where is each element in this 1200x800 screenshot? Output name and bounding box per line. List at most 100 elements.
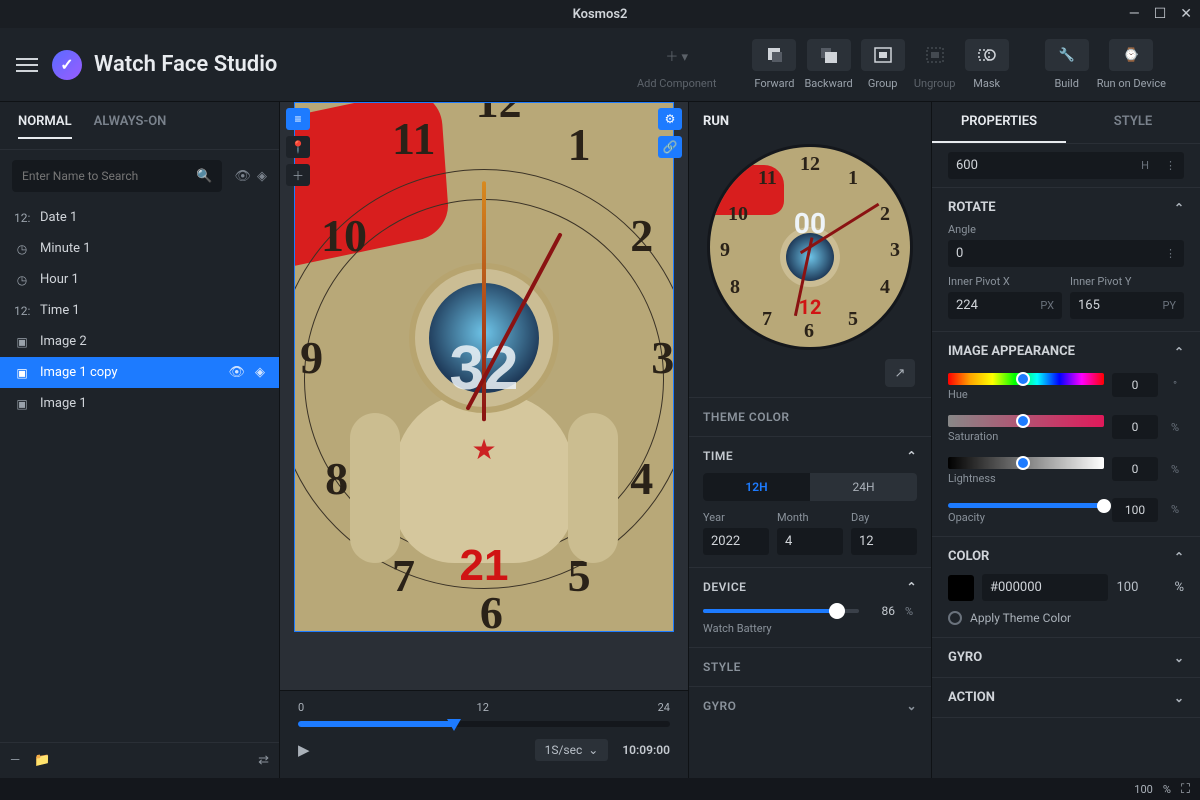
clock-icon: ◷ <box>14 273 30 287</box>
layer-item-selected[interactable]: ▣Image 1 copy👁◈ <box>0 357 279 388</box>
day-input[interactable]: 12 <box>851 528 917 555</box>
section-device[interactable]: DEVICE⌃ <box>703 580 917 594</box>
timeline: 0 12 24 ▶ 1S/sec⌄ 10:09:00 <box>280 690 688 778</box>
pivot-x-input[interactable]: PX <box>948 292 1062 319</box>
tab-style[interactable]: STYLE <box>1066 102 1200 143</box>
chevron-down-icon: ⌄ <box>906 699 917 713</box>
saturation-slider[interactable] <box>948 415 1104 427</box>
window-title: Kosmos2 <box>573 7 628 22</box>
fill-icon[interactable]: ◈ <box>257 169 267 184</box>
layer-item[interactable]: ◷Hour 1 <box>0 264 279 295</box>
maximize-icon[interactable]: ☐ <box>1154 6 1167 22</box>
opacity-slider[interactable] <box>948 503 1104 508</box>
section-rotate[interactable]: ROTATE⌃ <box>948 200 1184 215</box>
link-tool-icon[interactable]: 🔗 <box>658 136 682 158</box>
image-icon: ▣ <box>14 366 30 380</box>
eye-off-icon[interactable]: 👁 <box>228 365 245 380</box>
digital-icon: 12: <box>14 211 30 225</box>
color-alpha-input[interactable]: 100 <box>1116 580 1166 595</box>
angle-input[interactable]: ⋮ <box>948 240 1184 267</box>
color-hex-input[interactable] <box>982 574 1108 601</box>
battery-slider[interactable] <box>703 609 859 613</box>
play-button[interactable]: ▶ <box>298 741 310 759</box>
clock-icon: ◷ <box>14 242 30 256</box>
run-title: RUN <box>689 102 931 141</box>
mode-24h[interactable]: 24H <box>810 473 917 501</box>
menu-button[interactable] <box>16 54 38 76</box>
visibility-toggle-icon[interactable]: 👁 <box>234 169 251 184</box>
add-tool-icon[interactable]: ＋ <box>286 164 310 186</box>
lock-icon[interactable]: ◈ <box>255 365 265 380</box>
mode-12h[interactable]: 12H <box>703 473 810 501</box>
section-gyro[interactable]: GYRO⌄ <box>703 699 917 713</box>
run-on-device-button[interactable]: ⌚ Run on Device <box>1097 39 1166 90</box>
export-button[interactable]: ↗ <box>885 359 915 387</box>
fullscreen-icon[interactable]: ⛶ <box>1181 782 1190 797</box>
pin-tool-icon[interactable]: 📍 <box>286 136 310 158</box>
tab-always-on[interactable]: ALWAYS-ON <box>94 114 167 139</box>
layers-tool-icon[interactable]: ≡ <box>286 108 310 130</box>
watch-icon: ⌚ <box>1123 48 1139 63</box>
canvas-bottom-number: 21 <box>460 541 509 591</box>
group-button[interactable]: Group <box>861 39 905 90</box>
section-theme-color[interactable]: THEME COLOR <box>703 410 917 424</box>
tab-normal[interactable]: NORMAL <box>18 114 72 139</box>
section-image-appearance[interactable]: IMAGE APPEARANCE⌃ <box>948 344 1184 359</box>
apply-theme-color-toggle[interactable]: Apply Theme Color <box>948 611 1184 625</box>
year-input[interactable]: 2022 <box>703 528 769 555</box>
zoom-value[interactable]: 100 <box>1134 783 1153 796</box>
time-mode-segment[interactable]: 12H 24H <box>703 473 917 501</box>
light-value[interactable]: 0 <box>1112 457 1158 481</box>
layers-search[interactable]: 🔍 <box>12 160 222 192</box>
section-action[interactable]: ACTION⌄ <box>948 690 1184 705</box>
playback-speed-select[interactable]: 1S/sec⌄ <box>535 739 609 761</box>
settings-tool-icon[interactable]: ⚙ <box>658 108 682 130</box>
layers-footer: — 📁 ⇄ <box>0 742 279 778</box>
month-input[interactable]: 4 <box>777 528 843 555</box>
ungroup-button[interactable]: Ungroup <box>913 39 957 90</box>
search-input[interactable] <box>22 169 190 183</box>
minus-icon[interactable]: — <box>10 753 20 768</box>
swap-icon[interactable]: ⇄ <box>258 753 269 768</box>
lightness-slider[interactable] <box>948 457 1104 469</box>
timeline-end: 24 <box>658 701 670 714</box>
hue-slider[interactable] <box>948 373 1104 385</box>
section-gyro[interactable]: GYRO⌄ <box>948 650 1184 665</box>
close-icon[interactable]: ✕ <box>1180 6 1192 22</box>
search-icon: 🔍 <box>196 169 212 184</box>
canvas[interactable]: 12 1 2 3 4 5 6 7 8 9 10 11 ★ 32 2 <box>294 102 674 632</box>
preview-panel: RUN 12 1 2 3 4 5 6 7 8 9 10 11 00 12 <box>688 102 932 778</box>
section-style[interactable]: STYLE <box>703 660 917 674</box>
preview-bottom-number: 12 <box>799 295 822 319</box>
hue-value[interactable]: 0 <box>1112 373 1158 397</box>
image-icon: ▣ <box>14 335 30 349</box>
link-icon[interactable]: ⋮ <box>1157 159 1184 172</box>
section-time[interactable]: TIME⌃ <box>703 449 917 463</box>
add-component-button[interactable]: ＋ ▾ Add Component <box>637 39 716 90</box>
color-swatch[interactable] <box>948 575 974 601</box>
layer-item[interactable]: 12:Time 1 <box>0 295 279 326</box>
timeline-playhead[interactable] <box>447 719 461 731</box>
height-input[interactable]: H⋮ <box>948 152 1184 179</box>
mask-button[interactable]: Mask <box>965 39 1009 90</box>
opacity-value[interactable]: 100 <box>1112 498 1158 522</box>
forward-button[interactable]: Forward <box>752 39 796 90</box>
layer-item[interactable]: ▣Image 2 <box>0 326 279 357</box>
layer-item[interactable]: ▣Image 1 <box>0 388 279 419</box>
chevron-up-icon: ⌃ <box>1174 201 1184 215</box>
preview-head-number: 00 <box>794 207 826 240</box>
layer-item[interactable]: ◷Minute 1 <box>0 233 279 264</box>
build-button[interactable]: 🔧 Build <box>1045 39 1089 90</box>
pivot-y-input[interactable]: PY <box>1070 292 1184 319</box>
layer-item[interactable]: 12:Date 1 <box>0 202 279 233</box>
folder-icon[interactable]: 📁 <box>34 753 50 768</box>
chevron-down-icon: ⌄ <box>588 743 598 757</box>
sat-value[interactable]: 0 <box>1112 415 1158 439</box>
tab-properties[interactable]: PROPERTIES <box>932 102 1066 143</box>
chevron-up-icon: ⌃ <box>1174 345 1184 359</box>
minimize-icon[interactable]: — <box>1129 6 1140 22</box>
timeline-time: 10:09:00 <box>622 743 670 757</box>
chevron-up-icon: ⌃ <box>906 580 917 594</box>
backward-button[interactable]: Backward <box>804 39 852 90</box>
section-color[interactable]: COLOR⌃ <box>948 549 1184 564</box>
